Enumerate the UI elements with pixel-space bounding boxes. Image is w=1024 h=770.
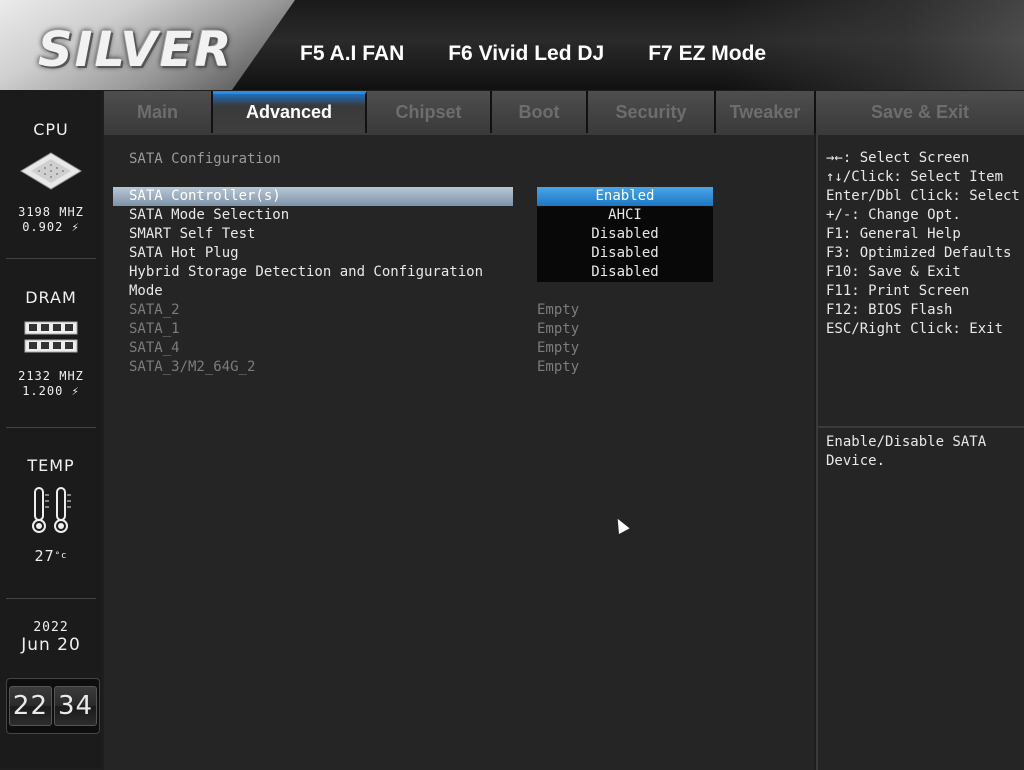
- section-title: SATA Configuration: [129, 151, 281, 167]
- temp-panel: TEMP 27°c: [0, 456, 102, 564]
- help-description: Enable/Disable SATA Device.: [826, 434, 987, 469]
- value-sata-controllers[interactable]: Enabled: [537, 187, 713, 206]
- setting-smart-self-test[interactable]: SMART Self Test: [113, 225, 513, 244]
- tab-bar: Main Advanced Chipset Boot Security Twea…: [104, 91, 1024, 133]
- value-smart-self-test[interactable]: Disabled: [537, 225, 713, 244]
- date-panel: 2022 Jun 20: [0, 620, 102, 655]
- tab-boot[interactable]: Boot: [492, 91, 588, 133]
- dram-panel: DRAM 2132 MHZ 1.200 ⚡: [0, 288, 102, 399]
- port-label: SATA_4: [129, 340, 180, 356]
- help-key-line: F10: Save & Exit: [826, 264, 961, 280]
- vivid-led-dj-button[interactable]: F6 Vivid Led DJ: [448, 42, 604, 66]
- help-key-line: +/-: Change Opt.: [826, 207, 961, 223]
- help-key-line: F3: Optimized Defaults: [826, 245, 1012, 261]
- cpu-frequency: 3198 MHZ: [18, 205, 84, 219]
- help-key-line: Enter/Dbl Click: Select: [826, 188, 1020, 204]
- clock-minutes: 34: [54, 686, 98, 726]
- port-status: Empty: [537, 359, 580, 375]
- port-label: SATA_2: [129, 302, 180, 318]
- clock-hours: 22: [8, 686, 52, 726]
- status-sidebar: CPU 3198 MHZ 0.902 ⚡ DRAM 2132 MHZ 1.200…: [0, 90, 102, 768]
- tab-tweaker[interactable]: Tweaker: [716, 91, 816, 133]
- dram-voltage: 1.200 ⚡: [22, 384, 80, 398]
- setting-sata-hot-plug[interactable]: SATA Hot Plug: [113, 244, 513, 263]
- brand-logo: SILVER: [38, 22, 234, 78]
- date-month-day: Jun 20: [21, 635, 81, 655]
- tab-advanced[interactable]: Advanced: [213, 91, 367, 133]
- temperature-value: 27°c: [34, 547, 68, 565]
- value-hybrid-storage-detection[interactable]: Disabled: [537, 263, 713, 282]
- hotkey-bar: F5 A.I FAN F6 Vivid Led DJ F7 EZ Mode: [300, 42, 766, 66]
- port-status: Empty: [537, 321, 580, 337]
- help-key-line: F1: General Help: [826, 226, 961, 242]
- tab-security[interactable]: Security: [588, 91, 716, 133]
- header-bar: SILVER F5 A.I FAN F6 Vivid Led DJ F7 EZ …: [0, 0, 1024, 90]
- help-key-line: F12: BIOS Flash: [826, 302, 953, 318]
- temp-title: TEMP: [27, 456, 75, 475]
- tab-save-exit[interactable]: Save & Exit: [816, 91, 1024, 133]
- voltage-bolt-icon: ⚡: [71, 384, 80, 398]
- cpu-chip-icon: [20, 152, 82, 190]
- help-panel: →←: Select Screen ↑↓/Click: Select Item …: [816, 133, 1024, 770]
- cpu-panel: CPU 3198 MHZ 0.902 ⚡: [0, 120, 102, 235]
- setting-sata-controllers[interactable]: SATA Controller(s): [113, 187, 513, 206]
- port-status: Empty: [537, 302, 580, 318]
- settings-panel: SATA Configuration SATA Controller(s) En…: [104, 133, 814, 770]
- cpu-voltage: 0.902 ⚡: [22, 220, 80, 234]
- help-key-line: ESC/Right Click: Exit: [826, 321, 1004, 337]
- dram-title: DRAM: [25, 288, 77, 307]
- setting-sata-mode-selection[interactable]: SATA Mode Selection: [113, 206, 513, 225]
- tab-chipset[interactable]: Chipset: [367, 91, 492, 133]
- date-year: 2022: [33, 620, 69, 635]
- tab-main[interactable]: Main: [104, 91, 213, 133]
- port-status: Empty: [537, 340, 580, 356]
- ez-mode-button[interactable]: F7 EZ Mode: [648, 42, 766, 66]
- help-key-line: ↑↓/Click: Select Item: [826, 169, 1004, 185]
- help-key-line: F11: Print Screen: [826, 283, 970, 299]
- voltage-bolt-icon: ⚡: [71, 220, 80, 234]
- sidebar-divider: [6, 427, 96, 428]
- port-label: SATA_3/M2_64G_2: [129, 359, 256, 375]
- dram-frequency: 2132 MHZ: [18, 369, 84, 383]
- memory-module-icon: [24, 321, 78, 353]
- sidebar-divider: [6, 258, 96, 259]
- value-sata-mode-selection[interactable]: AHCI: [537, 206, 713, 225]
- mouse-cursor-icon: [612, 516, 630, 534]
- sidebar-divider: [6, 598, 96, 599]
- ai-fan-button[interactable]: F5 A.I FAN: [300, 42, 404, 66]
- cpu-title: CPU: [33, 120, 69, 139]
- port-label: SATA_1: [129, 321, 180, 337]
- setting-hybrid-storage-detection[interactable]: Hybrid Storage Detection and Configurati…: [113, 263, 513, 299]
- clock-display: 22 34: [6, 678, 100, 734]
- value-sata-hot-plug[interactable]: Disabled: [537, 244, 713, 263]
- thermometer-icon: [32, 487, 71, 533]
- help-divider: [818, 426, 1024, 428]
- help-key-line: →←: Select Screen: [826, 150, 970, 166]
